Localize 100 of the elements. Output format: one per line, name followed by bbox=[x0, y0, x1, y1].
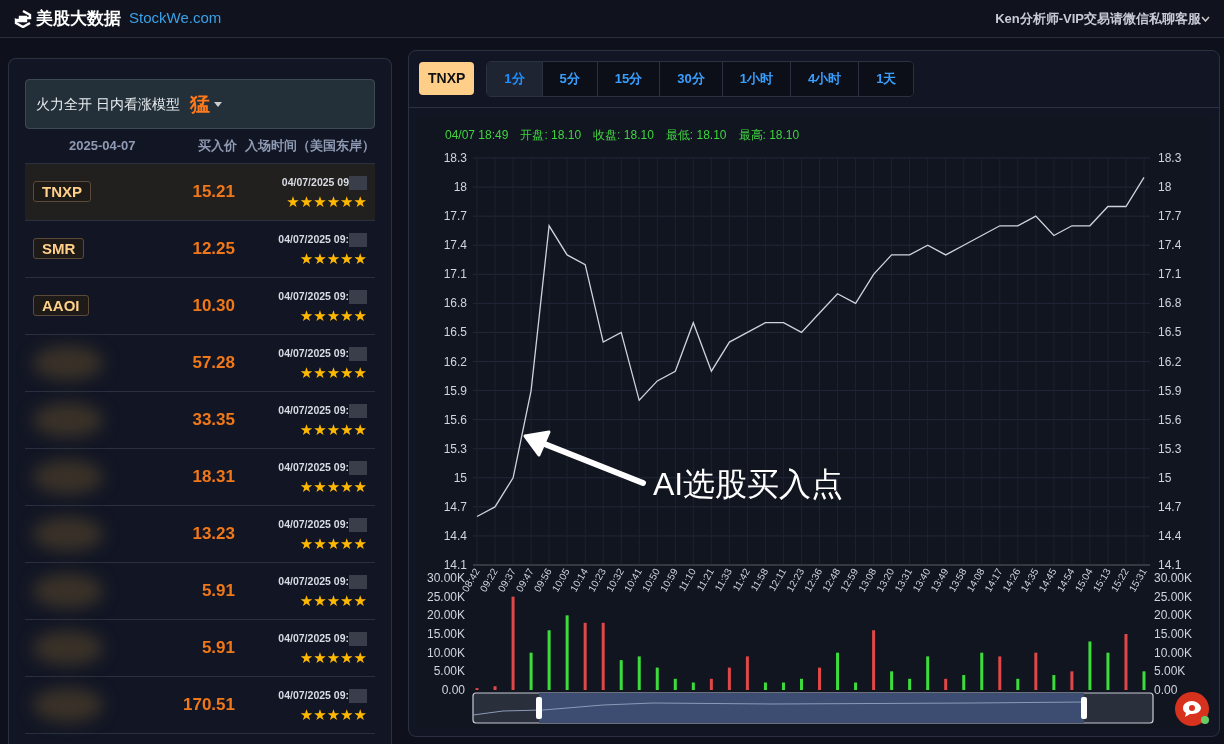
volume-bar bbox=[637, 655, 641, 690]
pick-row[interactable]: 13.23 04/07/2025 09: ★★★★★ bbox=[25, 506, 375, 563]
range-navigator[interactable] bbox=[472, 691, 1154, 724]
logo-icon bbox=[14, 9, 32, 28]
buy-price: 33.35 bbox=[191, 409, 235, 432]
buy-price: 18.31 bbox=[191, 466, 235, 489]
ohlc-readout: 收盘: 18.10 bbox=[593, 126, 654, 144]
pick-row[interactable]: AAOI 10.30 04/07/2025 09: ★★★★★ bbox=[25, 278, 375, 335]
axis-label: 15 bbox=[1158, 470, 1172, 485]
star-icon: ★ bbox=[326, 194, 341, 210]
axis-label: 14.4 bbox=[1158, 528, 1182, 543]
volume-bar bbox=[1124, 633, 1128, 690]
ticker-badge: SMR bbox=[33, 237, 85, 259]
column-header: 买入价 bbox=[197, 136, 237, 155]
volume-bar bbox=[745, 655, 749, 690]
axis-label: 15.9 bbox=[1158, 383, 1182, 398]
star-icon: ★ bbox=[340, 479, 354, 495]
model-dropdown[interactable]: 火力全开 日内看涨模型 猛 bbox=[25, 79, 375, 129]
buy-price: 170.51 bbox=[182, 694, 235, 717]
volume-bar bbox=[926, 655, 930, 690]
axis-label: 16.2 bbox=[443, 354, 467, 368]
axis-label: 14.1 bbox=[1158, 557, 1182, 572]
axis-label: 16.5 bbox=[443, 324, 467, 339]
axis-label: 15.9 bbox=[443, 383, 467, 398]
entry-time: 04/07/2025 09: bbox=[278, 630, 349, 646]
axis-label: 14.7 bbox=[443, 499, 467, 514]
star-icon: ★ bbox=[353, 194, 367, 210]
star-icon: ★ bbox=[326, 536, 341, 552]
star-icon: ★ bbox=[326, 308, 341, 324]
star-icon: ★ bbox=[313, 251, 327, 267]
axis-label: 10.00K bbox=[1154, 645, 1193, 660]
volume-bar bbox=[655, 667, 659, 690]
column-header: 2025-04-07 bbox=[68, 136, 137, 155]
star-icon: ★ bbox=[299, 650, 314, 666]
star-icon: ★ bbox=[299, 251, 314, 267]
star-icon: ★ bbox=[313, 365, 327, 381]
volume-bar bbox=[890, 670, 894, 690]
pick-row[interactable]: 18.31 04/07/2025 09: ★★★★★ bbox=[25, 449, 375, 506]
pick-row[interactable]: SMR 12.25 04/07/2025 09: ★★★★★ bbox=[25, 221, 375, 278]
star-icon: ★ bbox=[313, 479, 327, 495]
volume-bar bbox=[962, 674, 966, 690]
status-dot bbox=[1201, 716, 1209, 724]
entry-time: 04/07/2025 09: bbox=[278, 288, 349, 304]
axis-label: 15.00K bbox=[1154, 626, 1193, 641]
entry-time: 04/07/2025 09: bbox=[278, 402, 349, 418]
star-icon: ★ bbox=[353, 650, 367, 666]
pick-row[interactable]: 5.91 04/07/2025 09: ★★★★★ bbox=[25, 620, 375, 677]
star-icon: ★ bbox=[299, 365, 314, 381]
axis-label: 25.00K bbox=[1154, 589, 1193, 604]
column-header: 入场时间（美国东岸） bbox=[245, 136, 375, 155]
axis-label: 15.00K bbox=[426, 626, 465, 641]
star-icon: ★ bbox=[326, 251, 341, 267]
axis-label: 18.3 bbox=[443, 150, 467, 165]
star-icon: ★ bbox=[286, 194, 300, 210]
entry-time: 04/07/2025 09: bbox=[278, 345, 349, 361]
volume-bar bbox=[1034, 652, 1038, 690]
entry-time: 04/07/2025 09: bbox=[278, 459, 349, 475]
volume-bar bbox=[944, 678, 948, 690]
logo-text: 美股大数据 bbox=[36, 7, 121, 30]
volume-bar bbox=[601, 622, 605, 690]
volume-bar bbox=[673, 678, 677, 690]
star-icon: ★ bbox=[326, 479, 341, 495]
star-icon: ★ bbox=[313, 194, 327, 210]
pick-row[interactable]: 170.51 04/07/2025 09: ★★★★★ bbox=[25, 677, 375, 734]
volume-bar bbox=[529, 652, 533, 690]
star-icon: ★ bbox=[340, 593, 354, 609]
pick-row[interactable]: 57.28 04/07/2025 09: ★★★★★ bbox=[25, 335, 375, 392]
redaction-block bbox=[349, 175, 367, 190]
volume-bar bbox=[818, 667, 821, 690]
axis-label: 16.5 bbox=[1158, 324, 1182, 339]
axis-label: 17.7 bbox=[1158, 208, 1182, 223]
volume-bar bbox=[908, 678, 912, 690]
interval-tab[interactable]: 1分 bbox=[487, 62, 543, 96]
axis-label: 17.4 bbox=[1158, 237, 1182, 252]
star-icon: ★ bbox=[326, 650, 341, 666]
pick-row[interactable]: TNXP 15.21 04/07/2025 09 ★★★★★★ bbox=[25, 164, 375, 221]
pick-row[interactable]: 33.35 04/07/2025 09: ★★★★★ bbox=[25, 392, 375, 449]
star-icon: ★ bbox=[353, 593, 367, 609]
volume-bar bbox=[1016, 678, 1020, 690]
volume-bar bbox=[872, 629, 876, 690]
user-menu[interactable]: Ken分析师-VIP交易请微信私聊客服 bbox=[995, 8, 1210, 29]
axis-label: 15.3 bbox=[1158, 441, 1182, 456]
axis-label: 15.6 bbox=[443, 412, 467, 427]
volume-bar bbox=[800, 678, 803, 690]
entry-time: 04/07/2025 09: bbox=[278, 516, 349, 532]
volume-bar bbox=[1106, 652, 1110, 690]
volume-bar bbox=[763, 682, 767, 690]
star-icon: ★ bbox=[299, 707, 314, 723]
pick-row[interactable]: 5.91 04/07/2025 09: ★★★★★ bbox=[25, 563, 375, 620]
entry-time: 04/07/2025 09: bbox=[278, 573, 349, 589]
axis-label: 16.8 bbox=[1158, 295, 1182, 310]
star-icon: ★ bbox=[299, 536, 314, 552]
chat-button[interactable] bbox=[1175, 692, 1209, 726]
axis-label: 16.8 bbox=[443, 295, 467, 310]
star-icon: ★ bbox=[299, 194, 314, 210]
buy-price: 5.91 bbox=[200, 580, 235, 603]
site-domain: StockWe.com bbox=[129, 8, 222, 29]
buy-price: 57.28 bbox=[191, 352, 235, 375]
ohlc-readout: 04/07 18:49 bbox=[445, 126, 509, 144]
entry-time: 04/07/2025 09: bbox=[278, 687, 349, 703]
